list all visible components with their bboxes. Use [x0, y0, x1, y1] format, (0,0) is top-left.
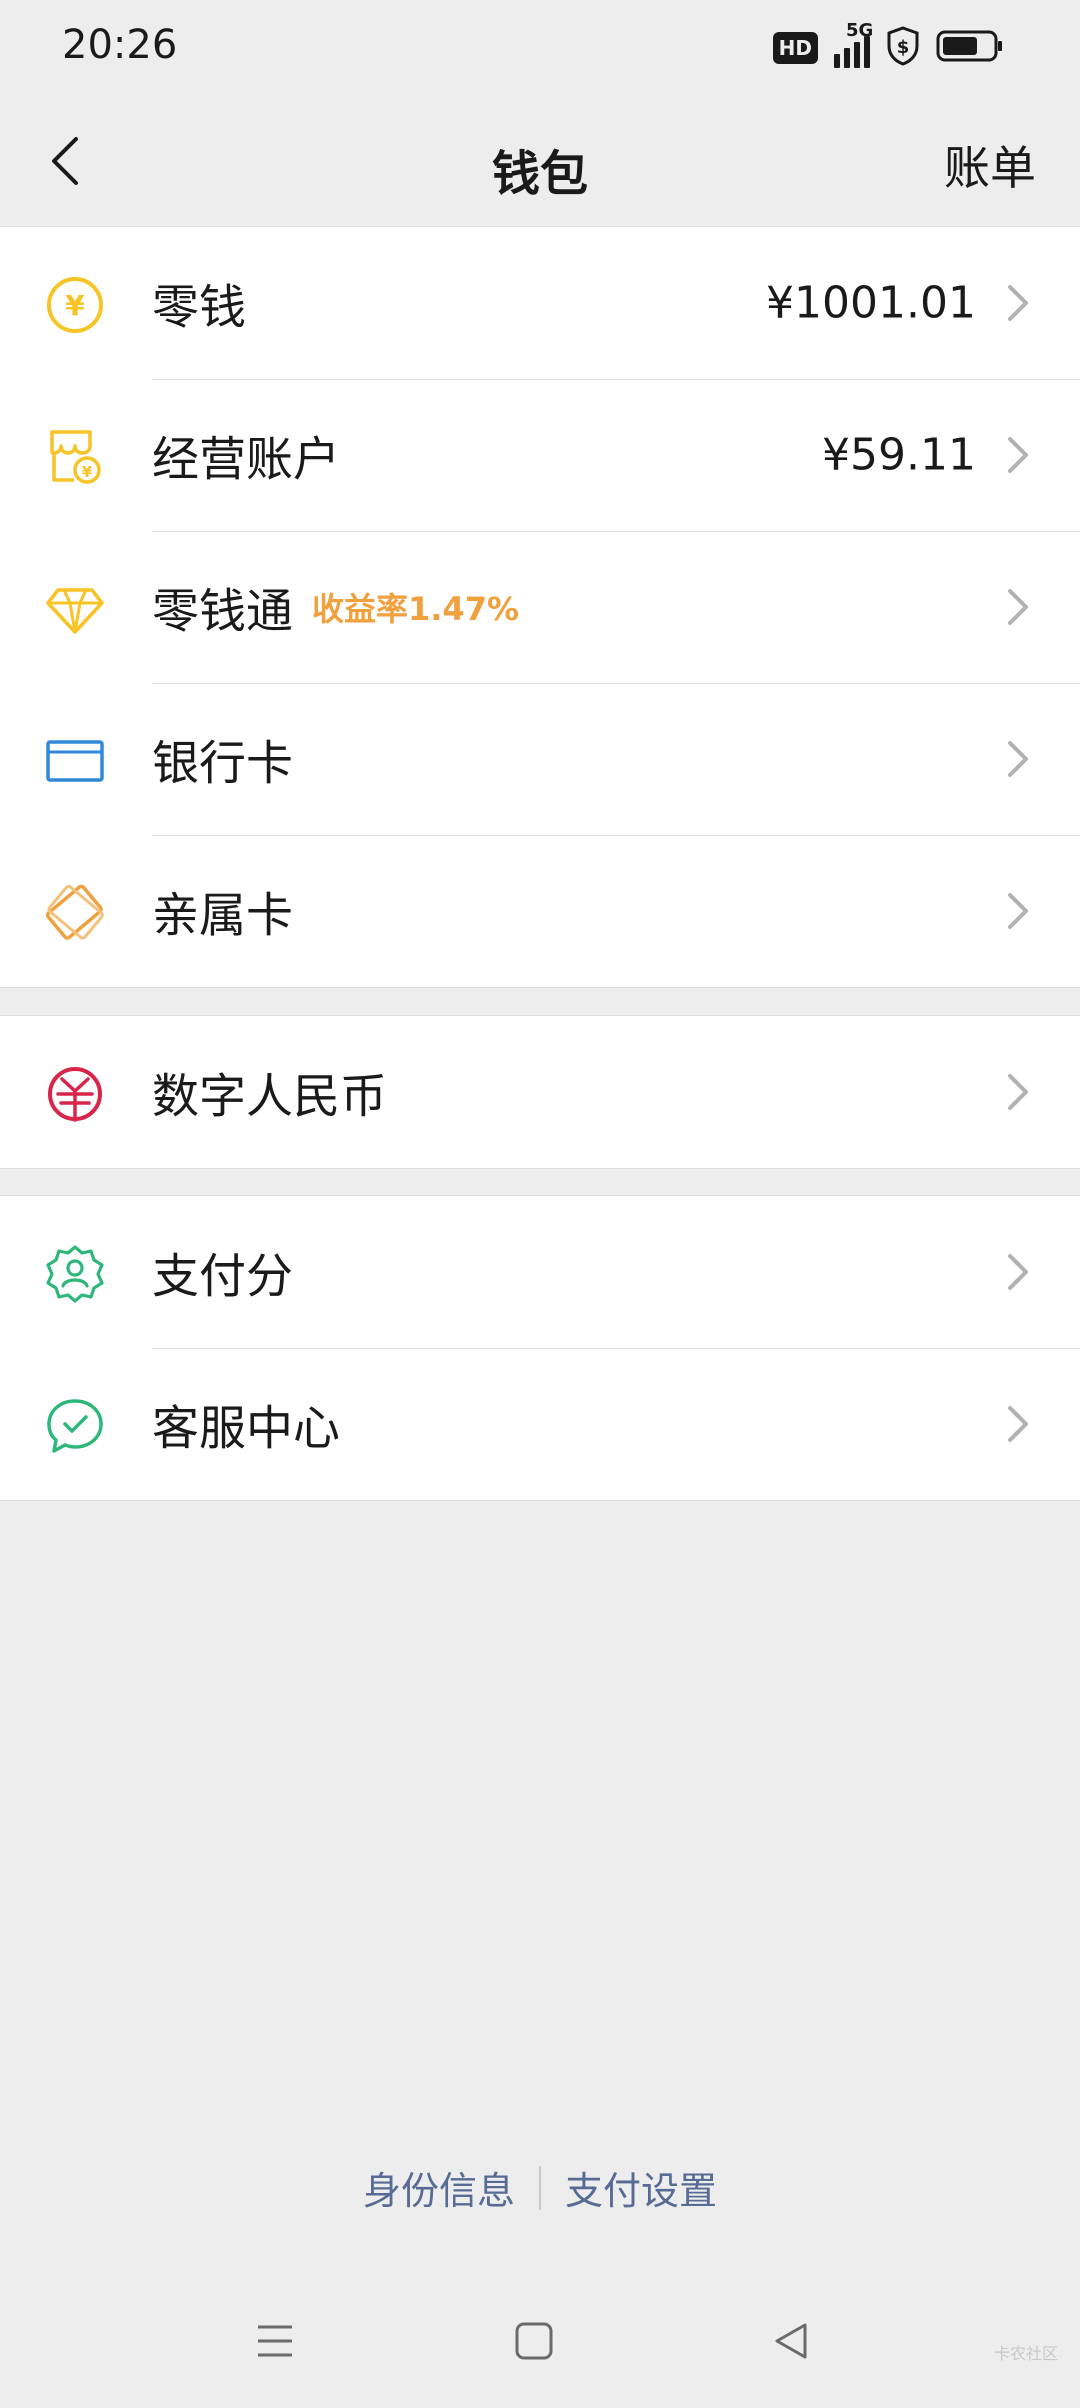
list-item-label: 客服中心 [152, 1401, 340, 1457]
list-item-label: 数字人民币 [152, 1069, 387, 1125]
family-card-icon [45, 884, 104, 940]
home-square-icon [515, 2322, 553, 2360]
nav-bar: 钱包 账单 [0, 96, 1080, 226]
signal-icon: 5G [834, 20, 873, 68]
list-item-customer-service[interactable]: 客服中心 [0, 1348, 1080, 1500]
chevron-right-icon [1008, 437, 1028, 473]
system-nav-bar: 卡农社区 [0, 2300, 1080, 2380]
coin-icon: ¥ [47, 277, 103, 333]
customer-service-icon [47, 1399, 103, 1453]
list-item-change[interactable]: ¥ 零钱 ¥1001.01 [0, 227, 1080, 379]
list-item-family-card[interactable]: 亲属卡 [0, 835, 1080, 987]
security-shield-icon: $ [886, 26, 920, 70]
identity-info-link[interactable]: 身份信息 [339, 2160, 539, 2215]
list-item-lingqiantong[interactable]: 零钱通 收益率1.47% [0, 531, 1080, 683]
pay-score-icon [46, 1245, 104, 1303]
footer-links: 身份信息 支付设置 [0, 2160, 1080, 2215]
hd-icon: HD [772, 32, 818, 64]
list-item-business-account[interactable]: ¥ 经营账户 ¥59.11 [0, 379, 1080, 531]
pay-settings-link[interactable]: 支付设置 [541, 2160, 741, 2215]
list-item-digital-rmb[interactable]: 数字人民币 [0, 1016, 1080, 1168]
network-label: 5G [846, 20, 874, 41]
diamond-icon [46, 588, 104, 634]
list-item-label: 零钱通 [152, 584, 293, 640]
system-back-button[interactable] [766, 2316, 816, 2366]
list-item-label: 零钱 [152, 280, 246, 336]
chevron-right-icon [1008, 1406, 1028, 1442]
menu-button[interactable] [250, 2316, 300, 2366]
status-icons: HD 5G $ [772, 20, 1004, 70]
status-bar: 20:26 HD 5G $ [0, 0, 1080, 96]
watermark: 卡农社区 [993, 2344, 1058, 2363]
chevron-right-icon [1008, 741, 1028, 777]
battery-icon [936, 29, 1004, 67]
chevron-right-icon [1008, 1254, 1028, 1290]
chevron-right-icon [1008, 893, 1028, 929]
balance-value: ¥59.11 [822, 429, 976, 481]
wallet-group-digital: 数字人民币 [0, 1015, 1080, 1169]
store-icon: ¥ [50, 430, 101, 484]
bill-button[interactable]: 账单 [944, 132, 1036, 198]
digital-rmb-icon [48, 1067, 102, 1122]
svg-text:¥: ¥ [82, 463, 93, 481]
chevron-right-icon [1008, 1074, 1028, 1110]
svg-text:¥: ¥ [65, 289, 85, 322]
list-item-label: 银行卡 [152, 736, 293, 792]
chevron-right-icon [1008, 285, 1028, 321]
home-button[interactable] [509, 2316, 559, 2366]
list-item-label: 亲属卡 [152, 888, 293, 944]
list-item-bank-card[interactable]: 银行卡 [0, 683, 1080, 835]
chevron-right-icon [1008, 589, 1028, 625]
wallet-group-services: 支付分 客服中心 [0, 1195, 1080, 1501]
back-triangle-icon [775, 2323, 807, 2359]
menu-icon [258, 2325, 292, 2357]
list-item-pay-score[interactable]: 支付分 [0, 1196, 1080, 1348]
yield-rate-tag: 收益率1.47% [312, 590, 520, 628]
balance-value: ¥1001.01 [766, 277, 976, 329]
list-item-label: 经营账户 [152, 432, 340, 488]
status-time: 20:26 [62, 22, 178, 68]
list-item-label: 支付分 [152, 1249, 293, 1305]
page-title: 钱包 [491, 146, 588, 202]
svg-text:$: $ [897, 37, 910, 58]
card-icon [46, 740, 104, 782]
wallet-group-primary: ¥ 零钱 ¥1001.01 ¥ 经营账户 ¥59.11 零钱通 收益率1.47% [0, 226, 1080, 988]
